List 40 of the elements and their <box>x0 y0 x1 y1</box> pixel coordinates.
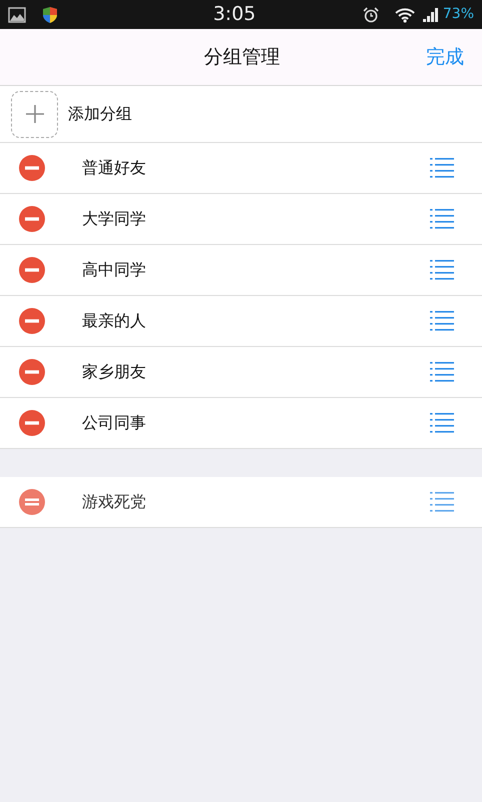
reorder-icon[interactable] <box>430 311 454 331</box>
delete-icon[interactable] <box>18 358 46 386</box>
group-row[interactable]: 普通好友 <box>0 143 482 194</box>
reorder-icon[interactable] <box>430 492 454 512</box>
group-row[interactable]: 家乡朋友 <box>0 347 482 398</box>
battery-level: 73% <box>442 5 474 24</box>
group-name: 家乡朋友 <box>82 361 147 383</box>
delete-icon[interactable] <box>18 154 46 182</box>
shield-icon <box>42 6 58 24</box>
add-button[interactable] <box>11 90 58 138</box>
image-icon <box>8 6 26 22</box>
group-row[interactable]: 游戏死党 <box>0 477 482 528</box>
group-name: 最亲的人 <box>82 310 147 332</box>
plus-icon <box>26 105 44 123</box>
group-name: 普通好友 <box>82 157 147 179</box>
wifi-icon <box>394 6 415 22</box>
delete-icon[interactable] <box>18 488 46 516</box>
group-row[interactable]: 高中同学 <box>0 245 482 296</box>
delete-icon[interactable] <box>18 205 46 233</box>
add-group-row[interactable]: 添加分组 <box>0 86 482 143</box>
alarm-icon <box>362 6 379 22</box>
reorder-icon[interactable] <box>430 362 454 382</box>
reorder-icon[interactable] <box>430 158 454 178</box>
group-name: 高中同学 <box>82 259 147 281</box>
signal-icon <box>422 8 439 22</box>
add-group-label: 添加分组 <box>68 103 132 125</box>
delete-icon[interactable] <box>18 307 46 335</box>
group-row[interactable]: 大学同学 <box>0 194 482 245</box>
group-row[interactable]: 最亲的人 <box>0 296 482 347</box>
delete-icon[interactable] <box>18 409 46 437</box>
page-title: 分组管理 <box>204 46 280 68</box>
group-name: 游戏死党 <box>82 491 147 513</box>
reorder-icon[interactable] <box>430 209 454 229</box>
reorder-icon[interactable] <box>430 413 454 433</box>
reorder-icon[interactable] <box>430 260 454 280</box>
clock-time: 3:05 <box>213 2 256 28</box>
group-name: 大学同学 <box>82 208 147 230</box>
delete-icon[interactable] <box>18 256 46 284</box>
group-name: 公司同事 <box>82 412 147 434</box>
group-row[interactable]: 公司同事 <box>0 398 482 449</box>
